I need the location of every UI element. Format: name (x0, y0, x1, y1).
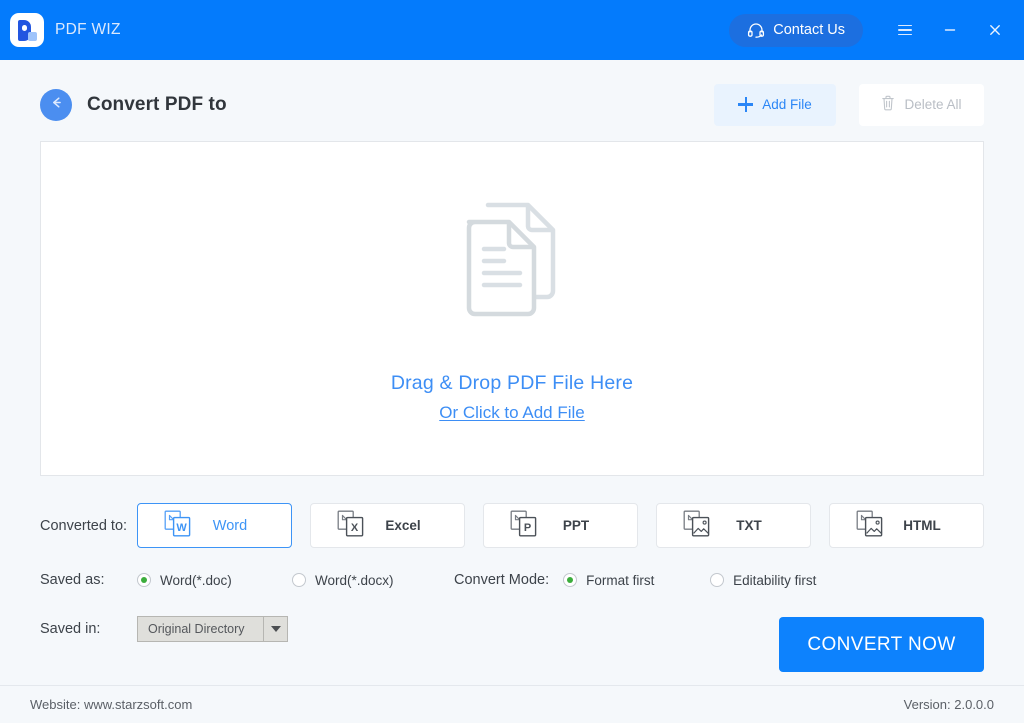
svg-text:X: X (351, 522, 359, 534)
pdf-to-txt-icon (683, 510, 710, 542)
convert-mode-option-label: Editability first (733, 572, 817, 588)
convert-mode-option-editability[interactable]: Editability first (710, 573, 816, 588)
saved-as-option-label: Word(*.doc) (160, 572, 232, 588)
format-option-label: TXT (736, 518, 762, 533)
saved-as-option-doc[interactable]: Word(*.doc) (137, 573, 292, 588)
chevron-down-icon (263, 617, 287, 641)
pdf-to-excel-icon: X (337, 510, 364, 542)
format-option-label: HTML (903, 518, 941, 533)
format-option-html[interactable]: HTML (829, 503, 984, 548)
pdf-to-word-icon: W (164, 510, 191, 542)
saved-as-row: Saved as: Word(*.doc) Word(*.docx) Conve… (40, 572, 984, 588)
add-file-button[interactable]: Add File (714, 83, 836, 126)
app-logo: PDF WIZ (10, 13, 121, 47)
format-option-word[interactable]: W Word (137, 503, 292, 548)
dropzone-primary-text: Drag & Drop PDF File Here (390, 371, 634, 394)
delete-all-button[interactable]: Delete All (859, 83, 984, 126)
contact-us-button[interactable]: Contact Us (729, 13, 863, 47)
add-file-label: Add File (762, 97, 812, 112)
saved-as-label: Saved as: (40, 572, 105, 588)
footer-version: Version: 2.0.0.0 (903, 697, 994, 712)
close-icon[interactable] (979, 15, 1010, 45)
radio-indicator (710, 573, 725, 587)
page-title: Convert PDF to (87, 93, 227, 115)
format-option-excel[interactable]: X Excel (310, 503, 465, 548)
convert-mode-option-format[interactable]: Format first (563, 573, 710, 588)
converted-to-row: Converted to: W Word X Excel P PPT TXT H… (40, 503, 984, 548)
radio-indicator (292, 573, 306, 587)
title-bar: PDF WIZ Contact Us (0, 0, 1024, 60)
format-option-txt[interactable]: TXT (656, 503, 811, 548)
headset-icon (747, 22, 765, 38)
dropzone-add-file-link[interactable]: Or Click to Add File (439, 403, 585, 423)
format-option-label: Word (212, 517, 248, 534)
radio-indicator (137, 573, 151, 587)
convert-mode-label: Convert Mode: (454, 572, 550, 588)
saved-in-dropdown[interactable]: Original Directory (137, 616, 288, 642)
delete-all-label: Delete All (904, 97, 962, 112)
pdfwiz-window: PDF WIZ Contact Us Convert PDF to Add Fi… (0, 0, 1024, 723)
convert-mode-option-label: Format first (586, 572, 655, 588)
pdf-to-ppt-icon: P (510, 510, 537, 542)
minimize-icon[interactable] (934, 15, 965, 45)
trash-icon (881, 95, 895, 114)
documents-stack-icon (455, 195, 573, 328)
convert-now-button[interactable]: CONVERT NOW (779, 617, 984, 672)
pdf-to-html-icon (856, 510, 883, 542)
saved-as-option-label: Word(*.docx) (315, 572, 394, 588)
format-options: W Word X Excel P PPT TXT HTML (137, 503, 984, 548)
footer-website: Website: www.starzsoft.com (30, 697, 193, 712)
saved-as-option-docx[interactable]: Word(*.docx) (292, 573, 422, 588)
file-dropzone[interactable]: Drag & Drop PDF File Here Or Click to Ad… (40, 141, 984, 476)
arrow-left-icon (49, 96, 64, 114)
format-option-label: PPT (562, 518, 590, 533)
svg-text:W: W (176, 522, 187, 534)
svg-text:P: P (524, 522, 531, 534)
hamburger-menu-icon[interactable] (889, 15, 920, 45)
saved-in-value: Original Directory (148, 622, 245, 636)
app-title: PDF WIZ (55, 21, 121, 38)
back-button[interactable] (40, 88, 72, 121)
pdfwiz-logo-icon (10, 13, 44, 47)
plus-icon (738, 97, 754, 112)
footer: Website: www.starzsoft.com Version: 2.0.… (0, 685, 1024, 723)
header-actions: Add File Delete All (714, 83, 984, 126)
saved-in-label: Saved in: (40, 621, 101, 637)
contact-us-label: Contact Us (773, 22, 845, 38)
radio-indicator (563, 573, 578, 587)
format-option-ppt[interactable]: P PPT (483, 503, 638, 548)
format-option-label: Excel (385, 518, 421, 533)
window-controls: Contact Us (729, 13, 1010, 47)
converted-to-label: Converted to: (40, 517, 128, 534)
page-header: Convert PDF to Add File Delete All (0, 77, 1024, 132)
